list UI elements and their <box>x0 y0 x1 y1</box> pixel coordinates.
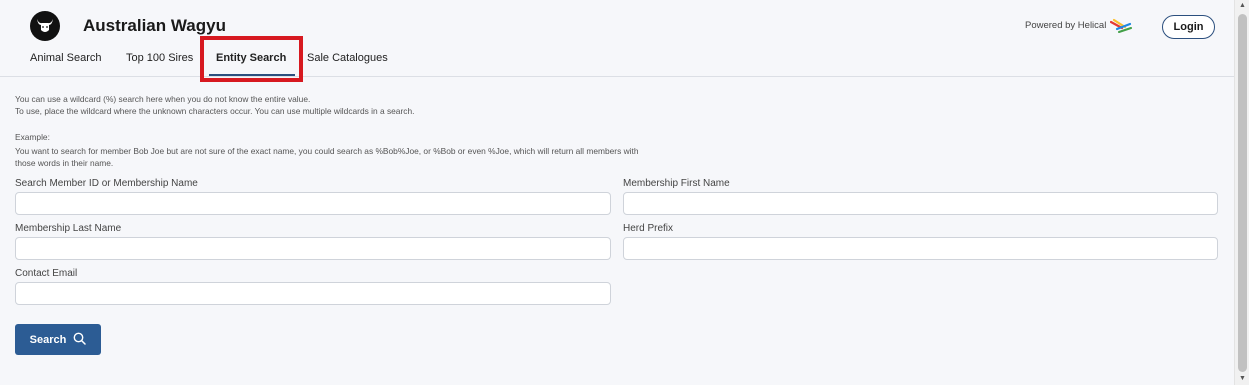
powered-by-text: Powered by Helical <box>1025 20 1107 31</box>
last-name-input[interactable] <box>15 237 611 260</box>
scroll-down-arrow-icon[interactable]: ▼ <box>1238 375 1247 383</box>
last-name-label: Membership Last Name <box>15 223 122 234</box>
member-id-input[interactable] <box>15 192 611 215</box>
helical-logo-icon <box>1109 18 1132 39</box>
tab-top-100-sires[interactable]: Top 100 Sires <box>126 52 193 64</box>
active-tab-highlight-box <box>200 36 303 82</box>
tab-animal-search[interactable]: Animal Search <box>30 52 102 64</box>
example-line-1: You want to search for member Bob Joe bu… <box>15 146 639 156</box>
search-icon <box>73 332 87 348</box>
bull-head-icon[interactable] <box>30 11 60 41</box>
contact-email-input[interactable] <box>15 282 611 305</box>
help-line-2: To use, place the wildcard where the unk… <box>15 106 415 116</box>
search-button-label: Search <box>29 333 67 346</box>
scrollbar-thumb[interactable] <box>1238 14 1247 372</box>
herd-prefix-label: Herd Prefix <box>623 223 674 234</box>
app-title: Australian Wagyu <box>83 16 226 35</box>
first-name-label: Membership First Name <box>623 178 730 189</box>
herd-prefix-input[interactable] <box>623 237 1218 260</box>
contact-email-label: Contact Email <box>15 268 78 279</box>
example-line-2: those words in their name. <box>15 158 114 168</box>
member-id-label: Search Member ID or Membership Name <box>15 178 198 189</box>
example-heading: Example: <box>15 132 50 142</box>
tab-sale-catalogues[interactable]: Sale Catalogues <box>307 52 388 64</box>
vertical-scrollbar[interactable]: ▲ ▼ <box>1234 0 1249 385</box>
top-header: Australian Wagyu Powered by Helical Logi… <box>0 0 1234 82</box>
login-button[interactable]: Login <box>1162 15 1215 39</box>
help-line-1: You can use a wildcard (%) search here w… <box>15 94 311 104</box>
scroll-up-arrow-icon[interactable]: ▲ <box>1238 2 1247 10</box>
first-name-input[interactable] <box>623 192 1218 215</box>
search-button[interactable]: Search <box>15 324 101 355</box>
